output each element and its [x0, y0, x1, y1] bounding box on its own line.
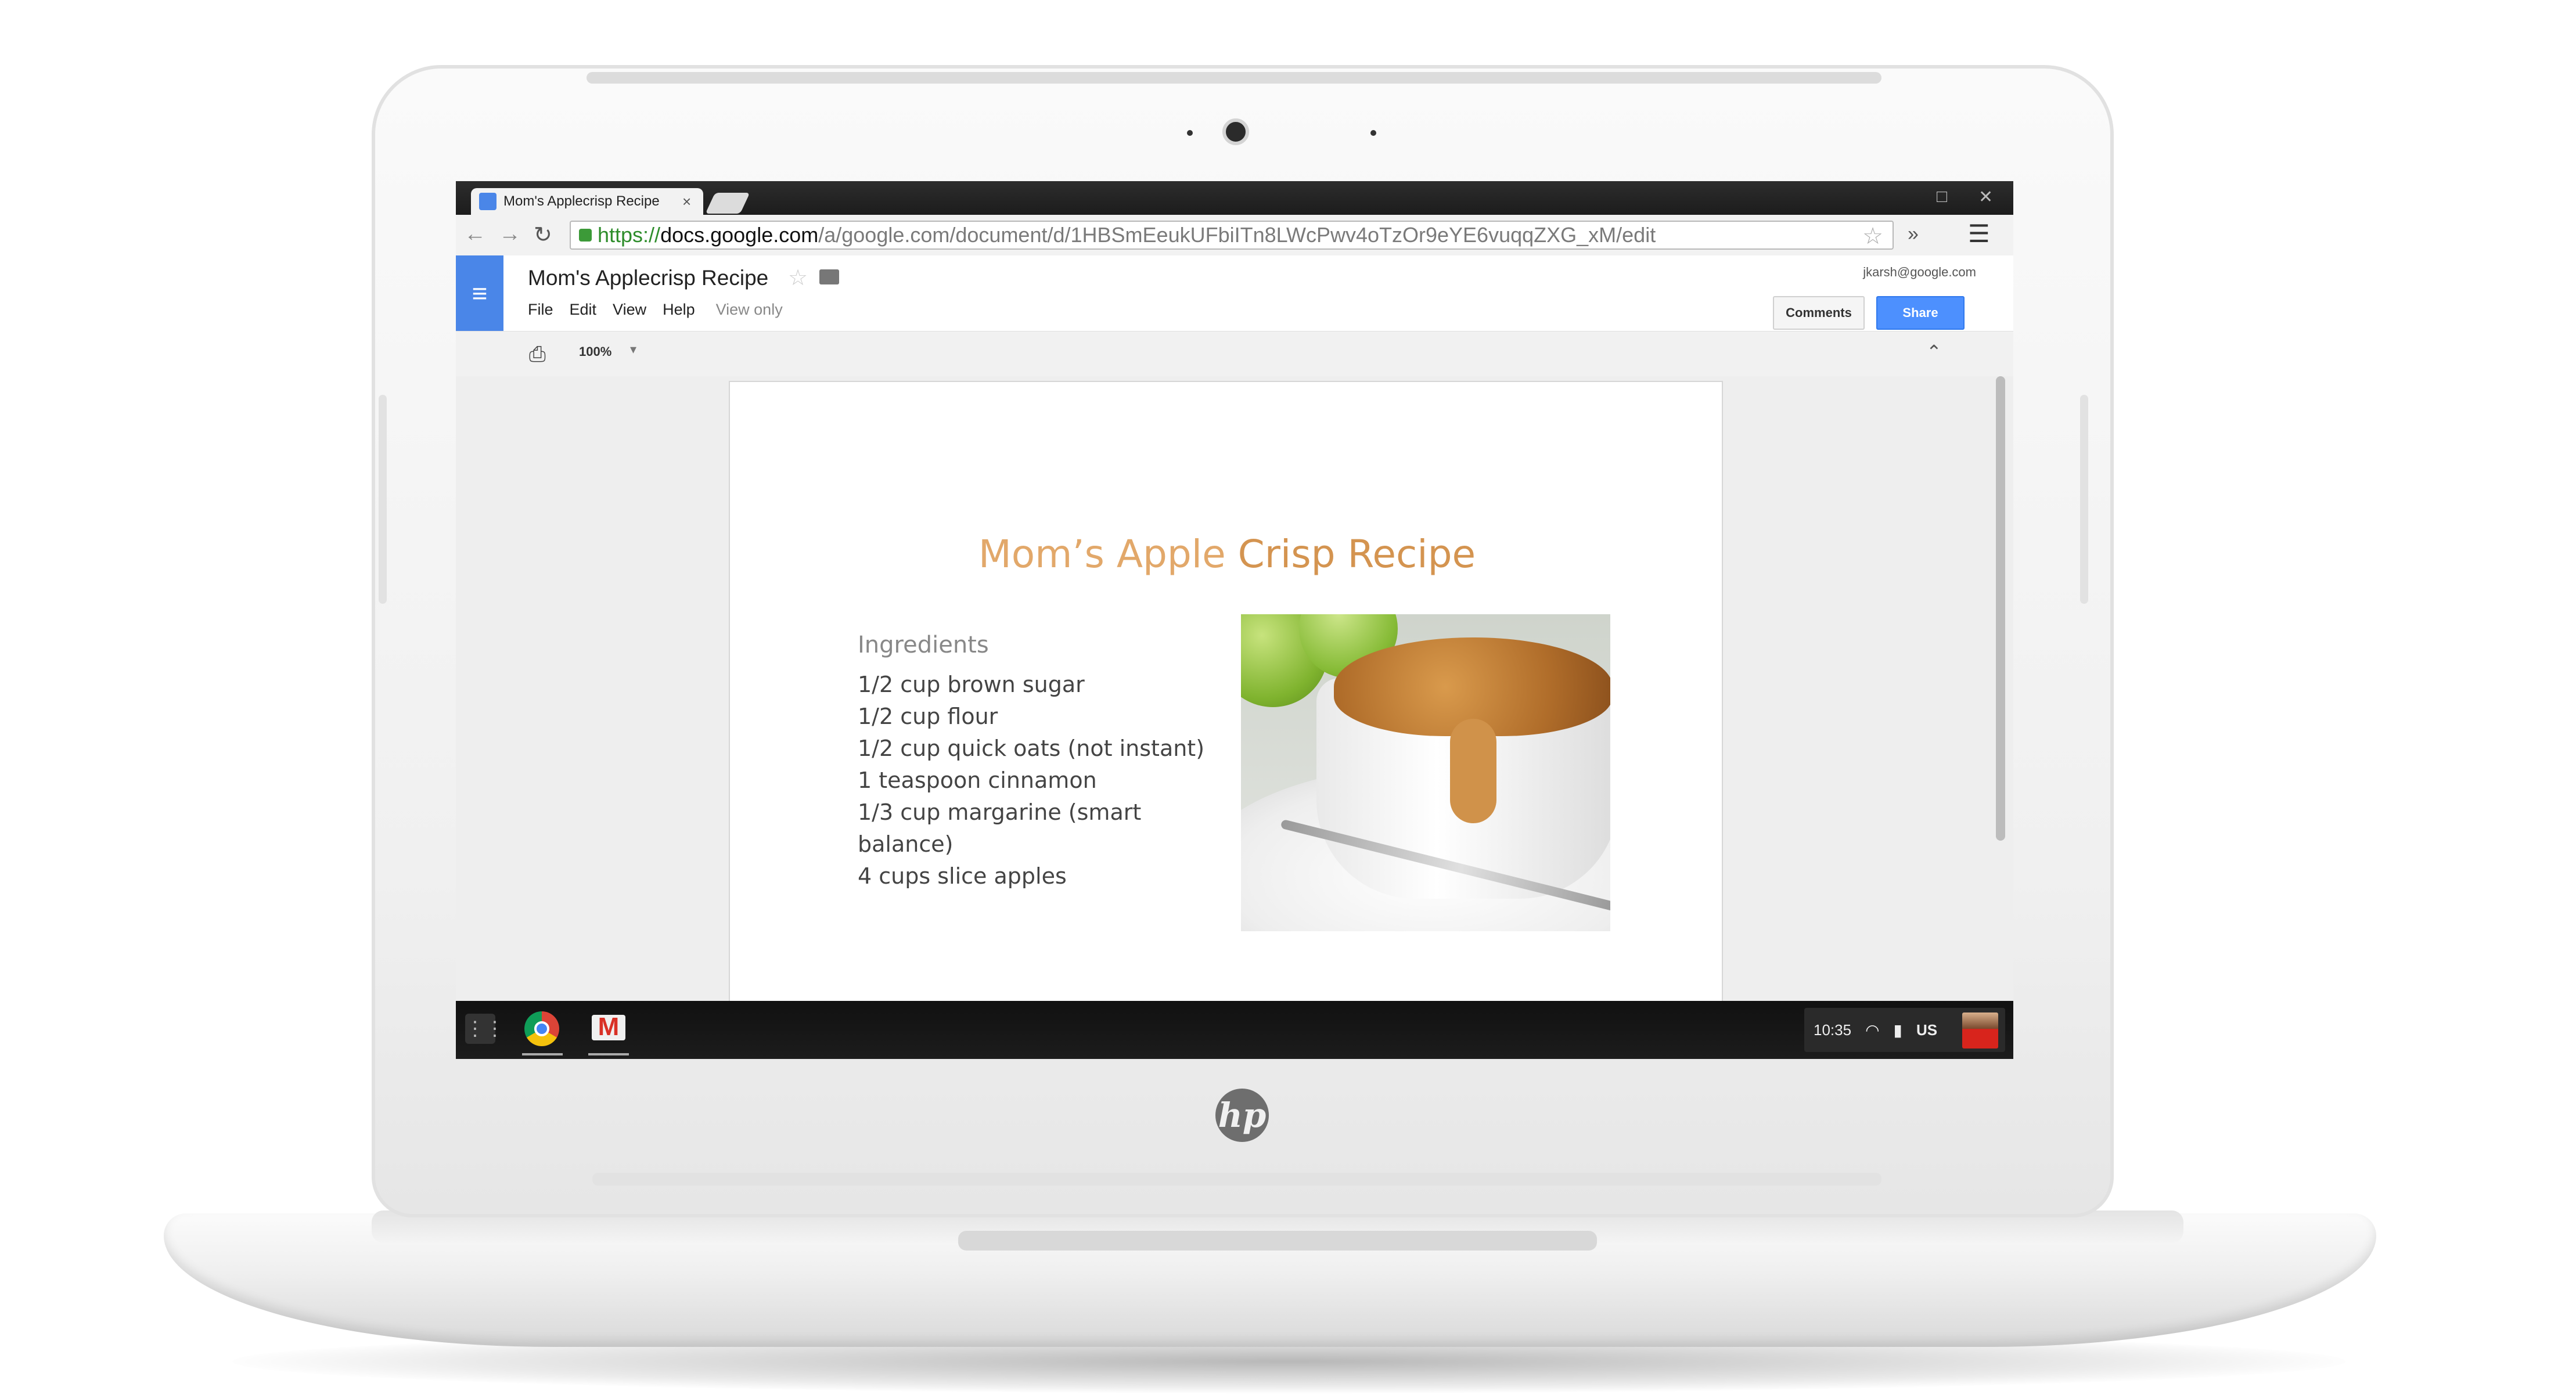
address-bar[interactable]: https://docs.google.com/a/google.com/doc…: [570, 221, 1894, 250]
os-shelf: ⋮⋮ 10:35 ◠ ▮ US: [456, 1001, 2013, 1059]
list-item: 1/2 cup brown sugar: [858, 672, 1085, 697]
back-arrow-icon[interactable]: ←: [464, 222, 486, 247]
folder-icon[interactable]: [819, 269, 839, 284]
docs-favicon-icon: [479, 193, 497, 210]
chrome-menu-icon[interactable]: ☰: [1968, 219, 1990, 248]
list-item: 1/3 cup margarine (smart balance): [858, 799, 1142, 857]
url-text: https://docs.google.com/a/google.com/doc…: [598, 223, 1656, 247]
lid-bottom-ridge: [592, 1173, 1881, 1186]
status-tray[interactable]: 10:35 ◠ ▮ US: [1804, 1008, 2005, 1052]
docs-header: ≡ Mom's Applecrisp Recipe ☆ File Edit Vi…: [456, 255, 2013, 331]
photo-drip: [1450, 719, 1496, 823]
mic-dot: [1187, 130, 1193, 136]
bookmark-star-icon[interactable]: ☆: [1862, 223, 1883, 250]
reload-icon[interactable]: ↻: [534, 222, 552, 248]
account-email[interactable]: jkarsh@google.com: [1863, 265, 1976, 280]
docs-menu-bar: File Edit View Help View only: [528, 301, 783, 319]
url-host: docs.google.com: [660, 223, 819, 247]
chrome-app-icon[interactable]: [524, 1011, 559, 1046]
ingredients-list: 1/2 cup brown sugar 1/2 cup flour 1/2 cu…: [858, 669, 1206, 892]
vertical-scrollbar[interactable]: [1996, 376, 2005, 841]
new-tab-button[interactable]: [705, 193, 750, 214]
keyboard-layout: US: [1916, 1021, 1938, 1039]
document-page: Mom’s Apple Crisp Recipe Ingredients 1/2…: [729, 381, 1723, 1008]
comments-button[interactable]: Comments: [1773, 296, 1865, 330]
sensor-dot: [1370, 130, 1376, 136]
battery-icon: ▮: [1893, 1021, 1902, 1039]
close-window-icon[interactable]: ✕: [1978, 187, 1993, 207]
document-canvas: Mom’s Apple Crisp Recipe Ingredients 1/2…: [456, 376, 2013, 1008]
menu-help[interactable]: Help: [663, 301, 695, 319]
webcam-icon: [1222, 118, 1249, 145]
lid-top-ridge: [587, 72, 1881, 84]
apple-crisp-photo: [1241, 614, 1610, 931]
lid-right-edge: [2080, 395, 2088, 604]
wifi-icon: ◠: [1865, 1021, 1880, 1039]
zoom-select[interactable]: 100%: [579, 344, 611, 359]
lock-icon: [579, 229, 592, 242]
view-only-label: View only: [715, 301, 783, 318]
print-icon[interactable]: ⎙: [529, 342, 546, 367]
ingredients-heading: Ingredients: [858, 632, 989, 658]
list-item: 1 teaspoon cinnamon: [858, 768, 1097, 793]
extensions-overflow-icon[interactable]: »: [1908, 223, 1919, 246]
document-title[interactable]: Mom's Applecrisp Recipe: [528, 266, 768, 290]
running-indicator: [588, 1053, 629, 1055]
recipe-heading: Mom’s Apple Crisp Recipe: [730, 532, 1724, 577]
recipe-heading-part1: Mom’s Apple: [978, 532, 1226, 577]
clock: 10:35: [1814, 1021, 1852, 1039]
menu-edit[interactable]: Edit: [570, 301, 597, 319]
list-item: 1/2 cup flour: [858, 704, 998, 729]
menu-view[interactable]: View: [613, 301, 646, 319]
list-item: 4 cups slice apples: [858, 863, 1067, 889]
tab-title: Mom's Applecrisp Recipe: [503, 193, 660, 209]
tab-close-icon[interactable]: ×: [682, 193, 691, 211]
url-path: /a/google.com/document/d/1HBSmEeukUFbiIT…: [818, 223, 1656, 247]
browser-tab[interactable]: Mom's Applecrisp Recipe ×: [471, 188, 703, 215]
menu-file[interactable]: File: [528, 301, 553, 319]
docs-toolbar: ⎙ 100% ▾ ⌃: [456, 331, 2013, 377]
share-button[interactable]: Share: [1876, 296, 1965, 330]
screen: Mom's Applecrisp Recipe × □ ✕ ← → ↻ http…: [456, 181, 2013, 1059]
lid-left-edge: [379, 395, 387, 604]
url-scheme: https://: [598, 223, 661, 247]
hp-logo-icon: hp: [1215, 1089, 1269, 1142]
browser-toolbar: ← → ↻ https://docs.google.com/a/google.c…: [456, 215, 2013, 256]
browser-tab-strip: Mom's Applecrisp Recipe × □ ✕: [456, 181, 2013, 215]
running-indicator: [522, 1053, 563, 1055]
maximize-icon[interactable]: □: [1937, 187, 1947, 207]
docs-home-icon[interactable]: ≡: [456, 255, 503, 331]
laptop-front-notch: [958, 1231, 1597, 1251]
forward-arrow-icon[interactable]: →: [499, 222, 521, 247]
recipe-heading-part2: Crisp Recipe: [1225, 532, 1476, 577]
star-document-icon[interactable]: ☆: [788, 265, 808, 291]
gmail-app-icon[interactable]: [592, 1015, 625, 1040]
list-item: 1/2 cup quick oats (not instant): [858, 736, 1205, 761]
app-launcher-icon[interactable]: ⋮⋮: [465, 1014, 505, 1044]
collapse-header-icon[interactable]: ⌃: [1926, 341, 1942, 363]
chevron-down-icon[interactable]: ▾: [630, 342, 636, 357]
avatar[interactable]: [1962, 1013, 1998, 1048]
